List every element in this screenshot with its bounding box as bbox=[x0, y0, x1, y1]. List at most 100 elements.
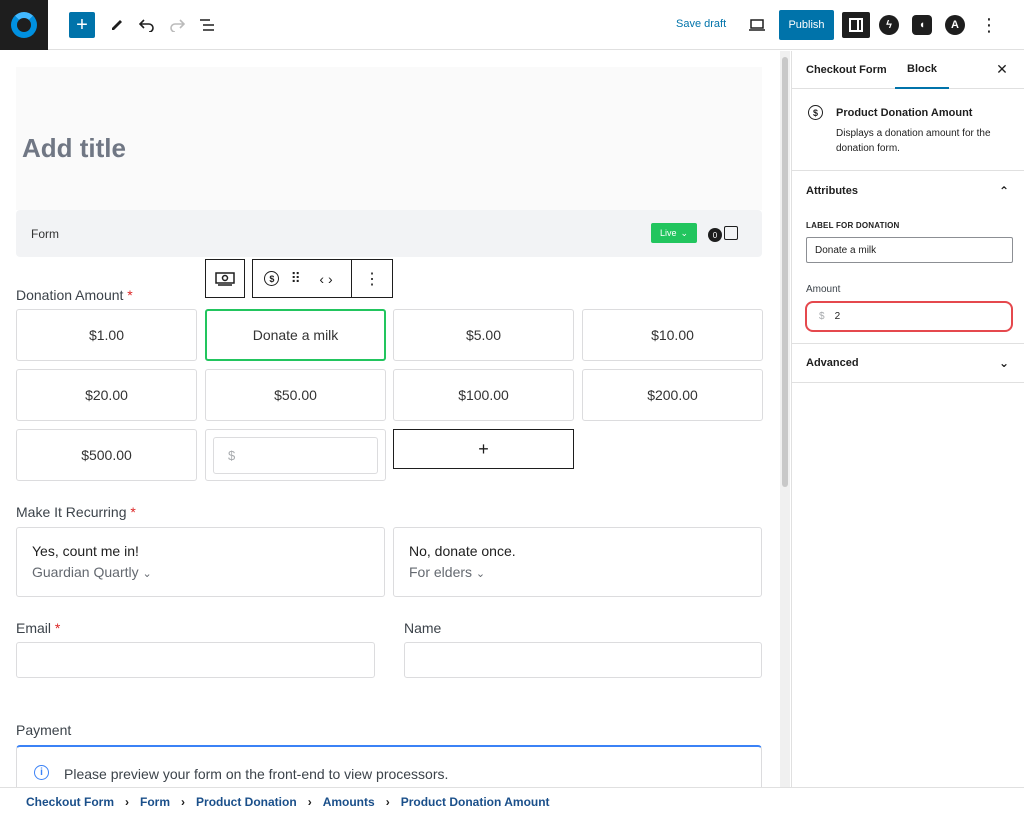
recurring-text: Make It Recurring bbox=[16, 504, 127, 520]
add-block-button[interactable]: + bbox=[69, 12, 95, 38]
close-sidebar-button[interactable]: ✕ bbox=[994, 61, 1010, 77]
add-amount-button[interactable]: + bbox=[393, 429, 574, 469]
amount-option[interactable]: $5.00 bbox=[393, 309, 574, 361]
desktop-preview-icon bbox=[749, 19, 765, 31]
tab-checkout-form[interactable]: Checkout Form bbox=[806, 51, 887, 89]
advanced-title: Advanced bbox=[806, 357, 859, 369]
block-description: Displays a donation amount for the donat… bbox=[836, 128, 991, 154]
amount-option[interactable]: $50.00 bbox=[205, 369, 386, 421]
required-mark: * bbox=[130, 504, 136, 520]
sidebar-icon bbox=[849, 18, 863, 32]
donation-label-input[interactable]: Donate a milk bbox=[806, 237, 1013, 263]
amount-option[interactable]: $200.00 bbox=[582, 369, 763, 421]
chevron-right-icon: › bbox=[181, 795, 186, 809]
parent-block-button[interactable] bbox=[205, 259, 245, 298]
chevron-right-icon: › bbox=[125, 795, 130, 809]
publish-button[interactable]: Publish bbox=[779, 10, 834, 40]
label-for-donation-label: LABEL FOR DONATION bbox=[806, 221, 900, 230]
payment-notice: i Please preview your form on the front-… bbox=[16, 745, 762, 787]
pencil-icon bbox=[112, 20, 122, 30]
dollar-circle-icon: $ bbox=[264, 271, 280, 286]
block-toolbar: $ ⠿ ‹ › ⋮ bbox=[252, 259, 393, 298]
breadcrumb-item[interactable]: Product Donation bbox=[196, 795, 297, 809]
preview-button[interactable] bbox=[744, 12, 770, 38]
settings-panel-toggle[interactable] bbox=[842, 12, 870, 38]
form-label: Form bbox=[31, 227, 59, 241]
chevron-right-icon: › bbox=[307, 795, 312, 809]
breadcrumb-item-current[interactable]: Product Donation Amount bbox=[401, 795, 550, 809]
email-label: Email * bbox=[16, 620, 60, 636]
drag-icon: ⠿ bbox=[290, 270, 301, 286]
bolt-icon: ϟ bbox=[886, 19, 892, 31]
move-arrows-icon: ‹ › bbox=[319, 270, 333, 287]
amount-label: Amount bbox=[806, 284, 841, 295]
breadcrumb-item[interactable]: Form bbox=[140, 795, 170, 809]
more-vertical-icon: ⋮ bbox=[364, 270, 381, 288]
advanced-panel-toggle[interactable]: Advanced ⌄ bbox=[792, 344, 1024, 382]
settings-sidebar: Checkout Form Block ✕ $ Product Donation… bbox=[791, 51, 1024, 787]
drag-handle[interactable]: ⠿ bbox=[291, 260, 301, 297]
plus-icon: + bbox=[76, 14, 88, 36]
scrollbar-thumb[interactable] bbox=[782, 57, 788, 487]
amount-value: 2 bbox=[834, 311, 841, 322]
amount-input[interactable]: $ 2 bbox=[805, 301, 1013, 332]
recurring-option-yes[interactable]: Yes, count me in! Guardian Quartly ⌄ bbox=[16, 527, 385, 597]
donation-amount-text: Donation Amount bbox=[16, 287, 124, 303]
recurring-period-value: Guardian Quartly bbox=[32, 564, 139, 580]
recurring-option-title: Yes, count me in! bbox=[32, 543, 139, 559]
options-button[interactable]: ⋮ bbox=[976, 12, 1002, 38]
recurring-option-no[interactable]: No, donate once. For elders ⌄ bbox=[393, 527, 762, 597]
money-icon bbox=[215, 271, 235, 286]
cart-icon[interactable] bbox=[724, 226, 738, 240]
block-type-button[interactable]: $ bbox=[253, 260, 291, 297]
name-label: Name bbox=[404, 620, 442, 636]
chevron-down-icon: ⌄ bbox=[142, 568, 152, 580]
post-title-input[interactable]: Add title bbox=[22, 133, 126, 164]
save-draft-button[interactable]: Save draft bbox=[676, 18, 726, 30]
cart-plugin-icon: ◖ bbox=[918, 19, 926, 31]
amount-option-selected[interactable]: Donate a milk bbox=[205, 309, 386, 361]
recurring-label: Make It Recurring * bbox=[16, 504, 136, 520]
astra-plugin-button[interactable]: A bbox=[945, 15, 965, 35]
title-area bbox=[16, 67, 762, 210]
live-status-dropdown[interactable]: Live ⌄ bbox=[651, 223, 697, 243]
amount-option[interactable]: $10.00 bbox=[582, 309, 763, 361]
custom-amount-input[interactable]: $ bbox=[213, 437, 378, 474]
name-field[interactable] bbox=[404, 642, 762, 678]
redo-button[interactable] bbox=[164, 12, 190, 38]
block-breadcrumb: Checkout Form › Form › Product Donation … bbox=[0, 787, 1024, 816]
attributes-title: Attributes bbox=[806, 185, 858, 197]
attributes-panel-toggle[interactable]: Attributes ⌃ bbox=[792, 172, 1024, 210]
undo-button[interactable] bbox=[134, 12, 160, 38]
email-field[interactable] bbox=[16, 642, 375, 678]
form-block-header[interactable]: Form Live ⌄ 0 bbox=[16, 210, 762, 257]
bolt-plugin-button[interactable]: ϟ bbox=[879, 15, 899, 35]
email-text: Email bbox=[16, 620, 52, 636]
live-label: Live bbox=[659, 228, 677, 238]
checkout-plugin-button[interactable]: ◖ bbox=[912, 15, 932, 35]
close-icon: ✕ bbox=[996, 60, 1008, 77]
block-options-button[interactable]: ⋮ bbox=[352, 260, 392, 297]
amount-option[interactable]: $20.00 bbox=[16, 369, 197, 421]
donation-target-value: For elders bbox=[409, 564, 473, 580]
recurring-option-title: No, donate once. bbox=[409, 543, 516, 559]
chevron-down-icon: ⌄ bbox=[998, 356, 1009, 370]
breadcrumb-item[interactable]: Checkout Form bbox=[26, 795, 114, 809]
document-overview-button[interactable] bbox=[194, 12, 220, 38]
breadcrumb-item[interactable]: Amounts bbox=[323, 795, 375, 809]
custom-amount-option: $ bbox=[205, 429, 386, 481]
recurring-period-select[interactable]: Guardian Quartly ⌄ bbox=[32, 564, 152, 580]
amount-option[interactable]: $100.00 bbox=[393, 369, 574, 421]
canvas-scrollbar[interactable] bbox=[780, 51, 790, 787]
amount-option[interactable]: $1.00 bbox=[16, 309, 197, 361]
tools-button[interactable] bbox=[104, 12, 130, 38]
chevron-right-icon: › bbox=[385, 795, 390, 809]
block-title: Product Donation Amount bbox=[836, 107, 973, 119]
tab-block[interactable]: Block bbox=[895, 51, 949, 89]
donation-target-select[interactable]: For elders ⌄ bbox=[409, 564, 485, 580]
payment-label: Payment bbox=[16, 722, 72, 738]
site-logo[interactable] bbox=[0, 0, 48, 50]
amount-option[interactable]: $500.00 bbox=[16, 429, 197, 481]
required-mark: * bbox=[127, 287, 133, 303]
move-button[interactable]: ‹ › bbox=[301, 260, 352, 297]
